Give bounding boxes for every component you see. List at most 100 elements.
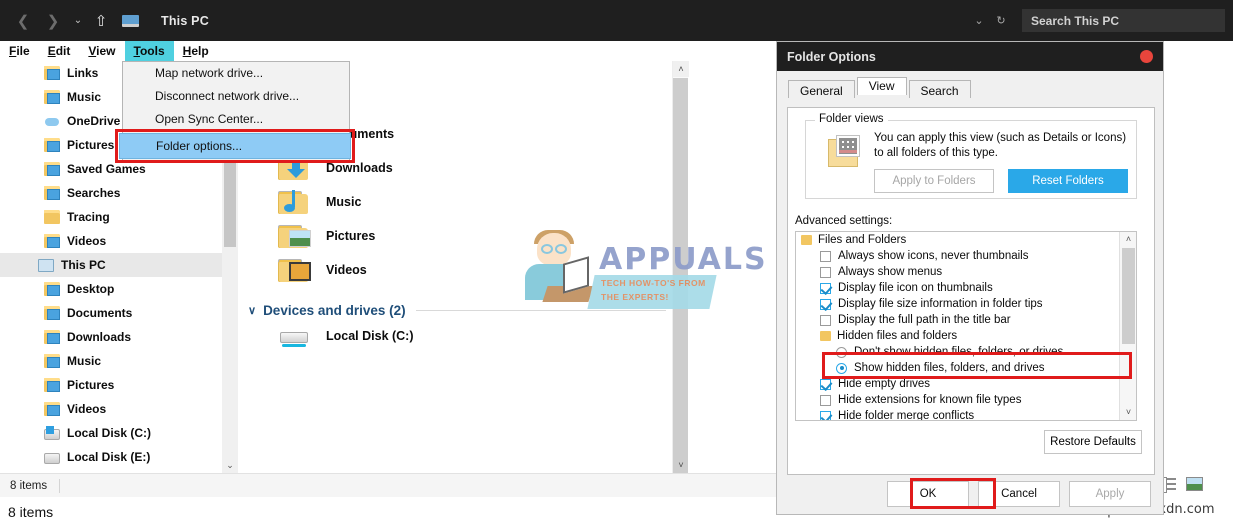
menu-item-map-network-drive[interactable]: Map network drive... xyxy=(123,62,349,85)
setting-hide-folder-merge-conflicts[interactable]: Hide folder merge conflicts xyxy=(796,408,1119,420)
tree-item-downloads[interactable]: Downloads xyxy=(0,325,222,349)
back-arrow-icon[interactable]: ❮ xyxy=(8,6,38,36)
large-icons-view-icon[interactable] xyxy=(1186,477,1203,491)
folder-icon xyxy=(820,331,831,341)
checkbox-checked-icon[interactable] xyxy=(820,410,831,420)
reset-folders-button[interactable]: Reset Folders xyxy=(1008,169,1128,193)
advanced-scrollbar-thumb[interactable] xyxy=(1122,248,1135,344)
close-icon[interactable] xyxy=(1140,50,1153,63)
setting-hide-empty-drives[interactable]: Hide empty drives xyxy=(796,376,1119,392)
windows-disk-icon xyxy=(44,425,60,440)
setting-always-show-icons[interactable]: Always show icons, never thumbnails xyxy=(796,248,1119,264)
checkbox-checked-icon[interactable] xyxy=(820,282,831,294)
chevron-up-icon[interactable]: ˄ xyxy=(1120,232,1136,247)
checkbox-icon[interactable] xyxy=(820,314,831,326)
address-bar-path[interactable]: This PC xyxy=(161,14,209,28)
folder-views-icon xyxy=(828,135,864,169)
dialog-tabs: General View Search xyxy=(777,71,1163,98)
chevron-down-icon[interactable]: ˅ xyxy=(1120,405,1136,420)
checkbox-checked-icon[interactable] xyxy=(820,298,831,310)
apply-button[interactable]: Apply xyxy=(1069,480,1151,507)
watermark-tagline-1: TECH HOW-TO'S FROM xyxy=(601,278,706,288)
tree-item-pictures-pc[interactable]: Pictures xyxy=(0,373,222,397)
dialog-title: Folder Options xyxy=(787,49,876,64)
folder-pictures-icon xyxy=(278,222,312,250)
menu-file[interactable]: FFileile xyxy=(0,41,39,61)
tree-item-tracing[interactable]: Tracing xyxy=(0,205,222,229)
restore-defaults-button[interactable]: Restore Defaults xyxy=(1044,430,1142,454)
menu-bar: FFileile Edit View Tools Help xyxy=(0,41,780,61)
folder-views-description: You can apply this view (such as Details… xyxy=(874,132,1127,159)
menu-item-disconnect-network-drive[interactable]: Disconnect network drive... xyxy=(123,85,349,108)
tree-item-desktop[interactable]: Desktop xyxy=(0,277,222,301)
folder-documents-icon xyxy=(44,306,60,320)
up-one-level-icon[interactable]: ⇧ xyxy=(88,7,114,35)
menu-view[interactable]: View xyxy=(79,41,124,61)
tree-item-videos[interactable]: Videos xyxy=(0,229,222,253)
search-input[interactable]: Search This PC xyxy=(1022,9,1225,32)
tree-item-local-disk-c[interactable]: Local Disk (C:) xyxy=(0,421,222,445)
ok-button[interactable]: OK xyxy=(887,480,969,507)
setting-display-file-size-folder-tips[interactable]: Display file size information in folder … xyxy=(796,296,1119,312)
folder-games-icon xyxy=(44,162,60,176)
folder-video-icon xyxy=(44,234,60,248)
folder-video-icon xyxy=(44,402,60,416)
setting-dont-show-hidden-files[interactable]: Don't show hidden files, folders, or dri… xyxy=(796,344,1119,360)
tab-general[interactable]: General xyxy=(788,80,855,98)
file-item-music[interactable]: Music xyxy=(240,185,672,219)
menu-item-open-sync-center[interactable]: Open Sync Center... xyxy=(123,108,349,131)
radio-selected-icon[interactable] xyxy=(836,362,847,374)
chevron-up-icon[interactable]: ˄ xyxy=(673,61,689,77)
tree-item-local-disk-e[interactable]: Local Disk (E:) xyxy=(0,445,222,469)
chevron-down-icon[interactable]: ˅ xyxy=(673,457,689,473)
tree-item-music-pc[interactable]: Music xyxy=(0,349,222,373)
checkbox-icon[interactable] xyxy=(820,394,831,406)
cloud-icon xyxy=(44,114,60,128)
address-dropdown-icon[interactable]: ⌄ xyxy=(968,7,990,35)
setting-always-show-menus[interactable]: Always show menus xyxy=(796,264,1119,280)
folder-downloads-icon xyxy=(44,330,60,344)
cancel-button[interactable]: Cancel xyxy=(978,480,1060,507)
menu-tools[interactable]: Tools xyxy=(124,41,174,61)
radio-icon[interactable] xyxy=(836,346,847,358)
folder-icon xyxy=(801,235,812,245)
advanced-settings-list[interactable]: Files and Folders Always show icons, nev… xyxy=(795,231,1137,421)
setting-display-file-icon-thumbnails[interactable]: Display file icon on thumbnails xyxy=(796,280,1119,296)
checkbox-icon[interactable] xyxy=(820,266,831,278)
status-item-count: 8 items xyxy=(10,479,48,492)
menu-help[interactable]: Help xyxy=(174,41,218,61)
advanced-settings-scrollbar[interactable]: ˄ ˅ xyxy=(1119,232,1136,420)
folder-options-dialog: Folder Options General View Search Folde… xyxy=(776,41,1164,515)
watermark-brand: APPUALS xyxy=(599,242,768,277)
setting-display-full-path-title-bar[interactable]: Display the full path in the title bar xyxy=(796,312,1119,328)
folder-music-icon xyxy=(44,354,60,368)
menu-item-folder-options[interactable]: Folder options... xyxy=(119,133,351,159)
setting-show-hidden-files[interactable]: Show hidden files, folders, and drives xyxy=(796,360,1119,376)
checkbox-checked-icon[interactable] xyxy=(820,378,831,390)
tab-search[interactable]: Search xyxy=(908,80,971,98)
title-bar: ❮ ❯ ⌄ ⇧ This PC ⌄ ↻ Search This PC xyxy=(0,0,1233,41)
chevron-down-icon[interactable]: ⌄ xyxy=(222,460,238,471)
folder-icon xyxy=(44,210,60,224)
refresh-icon[interactable]: ↻ xyxy=(990,7,1012,35)
watermark-person-illustration xyxy=(519,228,599,314)
setting-hide-extensions[interactable]: Hide extensions for known file types xyxy=(796,392,1119,408)
history-dropdown-icon[interactable]: ⌄ xyxy=(68,7,88,35)
apply-to-folders-button[interactable]: Apply to Folders xyxy=(874,169,994,193)
device-item-local-disk-c[interactable]: Local Disk (C:) xyxy=(240,321,672,351)
navigation-scrollbar-thumb[interactable] xyxy=(224,153,236,247)
folder-music-icon xyxy=(44,90,60,104)
tree-item-videos-pc[interactable]: Videos xyxy=(0,397,222,421)
chevron-down-icon[interactable]: ∨ xyxy=(248,304,256,317)
checkbox-icon[interactable] xyxy=(820,250,831,262)
tree-item-this-pc[interactable]: This PC xyxy=(0,253,222,277)
menu-edit[interactable]: Edit xyxy=(39,41,80,61)
folder-search-icon xyxy=(44,186,60,200)
tree-item-searches[interactable]: Searches xyxy=(0,181,222,205)
forward-arrow-icon[interactable]: ❯ xyxy=(38,6,68,36)
watermark-tagline-2: THE EXPERTS! xyxy=(601,292,669,302)
tools-dropdown-menu: Map network drive... Disconnect network … xyxy=(115,61,355,163)
tab-view[interactable]: View xyxy=(856,77,907,95)
tree-item-documents[interactable]: Documents xyxy=(0,301,222,325)
bottom-item-count: 8 items xyxy=(8,503,54,520)
